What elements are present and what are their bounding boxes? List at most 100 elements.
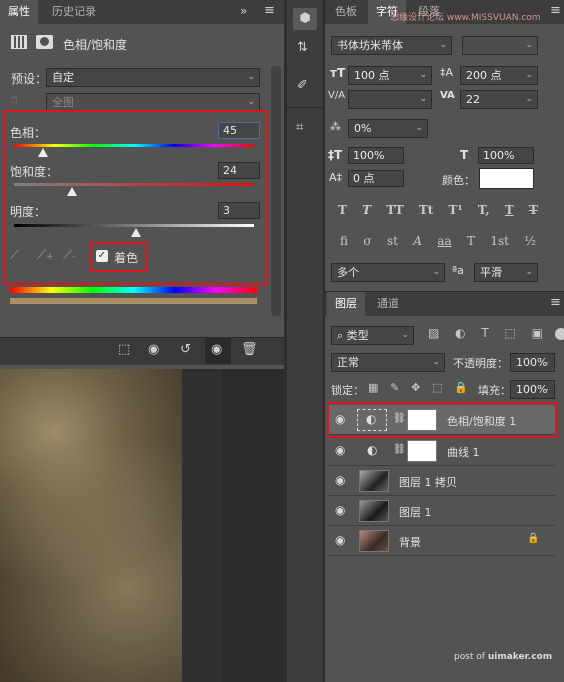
ligatures-button[interactable]: fi: [340, 234, 348, 248]
chain-link-icon: ⛓: [393, 444, 406, 455]
text-color-swatch[interactable]: [479, 168, 534, 189]
visibility-eye-icon[interactable]: ◉: [335, 473, 345, 487]
layer-row-curves[interactable]: ◉ ◐ ⛓ 曲线 1: [327, 436, 555, 466]
lightness-slider-handle[interactable]: [131, 228, 142, 237]
crop-tool-icon[interactable]: ⌗: [296, 120, 303, 135]
visibility-eye-icon[interactable]: ◉: [335, 503, 345, 517]
antialias-icon: ªa: [452, 264, 464, 277]
small-caps-button[interactable]: Tt: [419, 203, 433, 217]
vertical-scale-input[interactable]: 100%: [348, 147, 404, 164]
hamburger-icon[interactable]: ≡: [264, 3, 275, 18]
hue-input[interactable]: 45: [218, 122, 260, 139]
lock-artboard-icon[interactable]: ⬚: [432, 381, 442, 394]
fill-label: 填充：: [478, 384, 511, 397]
hue-slider-track[interactable]: [14, 144, 254, 147]
adjustments-icon[interactable]: ⇅: [297, 40, 308, 55]
fractions-button[interactable]: ½: [524, 234, 536, 248]
brush-presets-icon[interactable]: ✐: [297, 78, 308, 93]
subscript-button[interactable]: T,: [478, 203, 490, 217]
layer-mask-thumbnail: [407, 440, 437, 462]
stylistic-alternates-button[interactable]: aa: [437, 234, 451, 248]
lock-all-icon[interactable]: 🔒: [454, 381, 468, 394]
trash-icon[interactable]: 🗑: [241, 342, 258, 357]
lock-transparent-icon[interactable]: ▦: [368, 381, 378, 394]
saturation-label: 饱和度：: [10, 165, 59, 179]
language-select[interactable]: 多个 ⌄: [331, 263, 445, 282]
fill-select[interactable]: 100% ⌄: [510, 380, 555, 399]
tracking-select[interactable]: 22 ⌄: [460, 90, 538, 109]
filter-toggle[interactable]: [555, 328, 564, 340]
layer-name: 曲线 1: [447, 446, 480, 459]
3d-cube-icon[interactable]: ⬢: [293, 8, 317, 30]
eyedropper-minus-icon[interactable]: ⟋-: [63, 248, 75, 263]
strikethrough-button[interactable]: T: [529, 203, 538, 217]
old-style-button[interactable]: σ: [363, 234, 371, 248]
font-size-icon: тT: [330, 66, 346, 80]
antialias-select[interactable]: 平滑 ⌄: [474, 263, 538, 282]
tab-layers[interactable]: 图层: [327, 292, 365, 316]
tracking-icon: VA: [440, 90, 455, 101]
titling-alternates-button[interactable]: T: [467, 234, 475, 248]
saturation-slider-handle[interactable]: [66, 187, 77, 196]
hamburger-icon[interactable]: ≡: [550, 295, 561, 310]
ordinals-button[interactable]: 1st: [490, 234, 509, 248]
faux-bold-button[interactable]: T: [338, 203, 347, 217]
saturation-slider-track[interactable]: [14, 183, 254, 186]
layer-row-background[interactable]: ◉ 背景 🔒: [327, 526, 555, 556]
smart-object-filter-icon[interactable]: ▣: [532, 326, 543, 340]
targeted-adjustment-hand-icon[interactable]: ☝: [10, 92, 18, 107]
baseline-shift-input[interactable]: 0 点: [348, 170, 404, 187]
hue-spectrum-bar: [10, 287, 257, 293]
layer-filter-select[interactable]: ⌕ 类型 ⌄: [331, 326, 414, 345]
discretionary-ligatures-button[interactable]: st: [387, 234, 398, 248]
tab-swatches[interactable]: 色板: [327, 0, 365, 24]
lock-image-icon[interactable]: ✎: [390, 381, 399, 394]
all-caps-button[interactable]: TT: [386, 203, 403, 217]
superscript-button[interactable]: T¹: [449, 203, 463, 217]
tab-channels[interactable]: 通道: [369, 292, 407, 316]
scrollbar[interactable]: [271, 66, 281, 316]
lightness-input[interactable]: 3: [218, 202, 260, 219]
colorize-label[interactable]: 着色: [114, 249, 138, 266]
colorize-checkbox[interactable]: ✓: [96, 250, 108, 262]
layer-row-layer1[interactable]: ◉ 图层 1: [327, 496, 555, 526]
pixel-filter-icon[interactable]: ▨: [428, 326, 439, 340]
tab-history[interactable]: 历史记录: [44, 0, 104, 24]
visibility-eye-icon[interactable]: ◉: [335, 533, 345, 547]
type-filter-icon[interactable]: T: [481, 326, 488, 340]
mask-icon[interactable]: [36, 35, 53, 49]
saturation-input[interactable]: 24: [218, 162, 260, 179]
hue-slider-handle[interactable]: [37, 148, 48, 157]
tab-properties[interactable]: 属性: [0, 0, 38, 24]
clip-to-layer-icon[interactable]: ⬚: [118, 342, 130, 357]
swash-button[interactable]: A: [413, 234, 422, 248]
reset-icon[interactable]: ↺: [180, 342, 191, 357]
layer-row-layer1-copy[interactable]: ◉ 图层 1 拷贝: [327, 466, 555, 496]
faux-italic-button[interactable]: T: [362, 203, 371, 217]
hamburger-icon[interactable]: ≡: [550, 3, 561, 18]
visibility-eye-icon[interactable]: ◉: [211, 342, 222, 357]
visibility-eye-icon[interactable]: ◉: [335, 443, 345, 457]
shape-filter-icon[interactable]: ⬚: [505, 326, 516, 340]
underline-button[interactable]: T: [505, 203, 514, 217]
view-previous-state-icon[interactable]: ◉: [148, 342, 159, 357]
eyedropper-icon[interactable]: ⟋: [10, 248, 19, 263]
opacity-select[interactable]: 100% ⌄: [510, 353, 555, 372]
vertical-scale-icon: ‡T: [328, 148, 343, 162]
lightness-slider-track[interactable]: [14, 224, 254, 227]
lock-position-icon[interactable]: ✥: [411, 381, 420, 394]
adjustment-filter-icon[interactable]: ◐: [455, 326, 465, 340]
tsume-select[interactable]: 0% ⌄: [348, 119, 428, 138]
blend-mode-select[interactable]: 正常 ⌄: [331, 353, 445, 372]
font-style-select[interactable]: ⌄: [462, 36, 538, 55]
kerning-select[interactable]: ⌄: [348, 90, 432, 109]
preset-select[interactable]: 自定 ⌄: [46, 68, 260, 87]
eyedropper-plus-icon[interactable]: ⟋+: [37, 248, 54, 263]
leading-select[interactable]: 200 点 ⌄: [460, 66, 538, 85]
double-chevron-icon[interactable]: »: [240, 4, 247, 18]
font-size-select[interactable]: 100 点 ⌄: [348, 66, 432, 85]
type-style-buttons: T T TT Tt T¹ T, T T: [338, 203, 538, 217]
horizontal-scale-input[interactable]: 100%: [478, 147, 534, 164]
font-family-select[interactable]: 书体坊米芾体 ⌄: [331, 36, 452, 55]
document-canvas[interactable]: [0, 369, 284, 682]
